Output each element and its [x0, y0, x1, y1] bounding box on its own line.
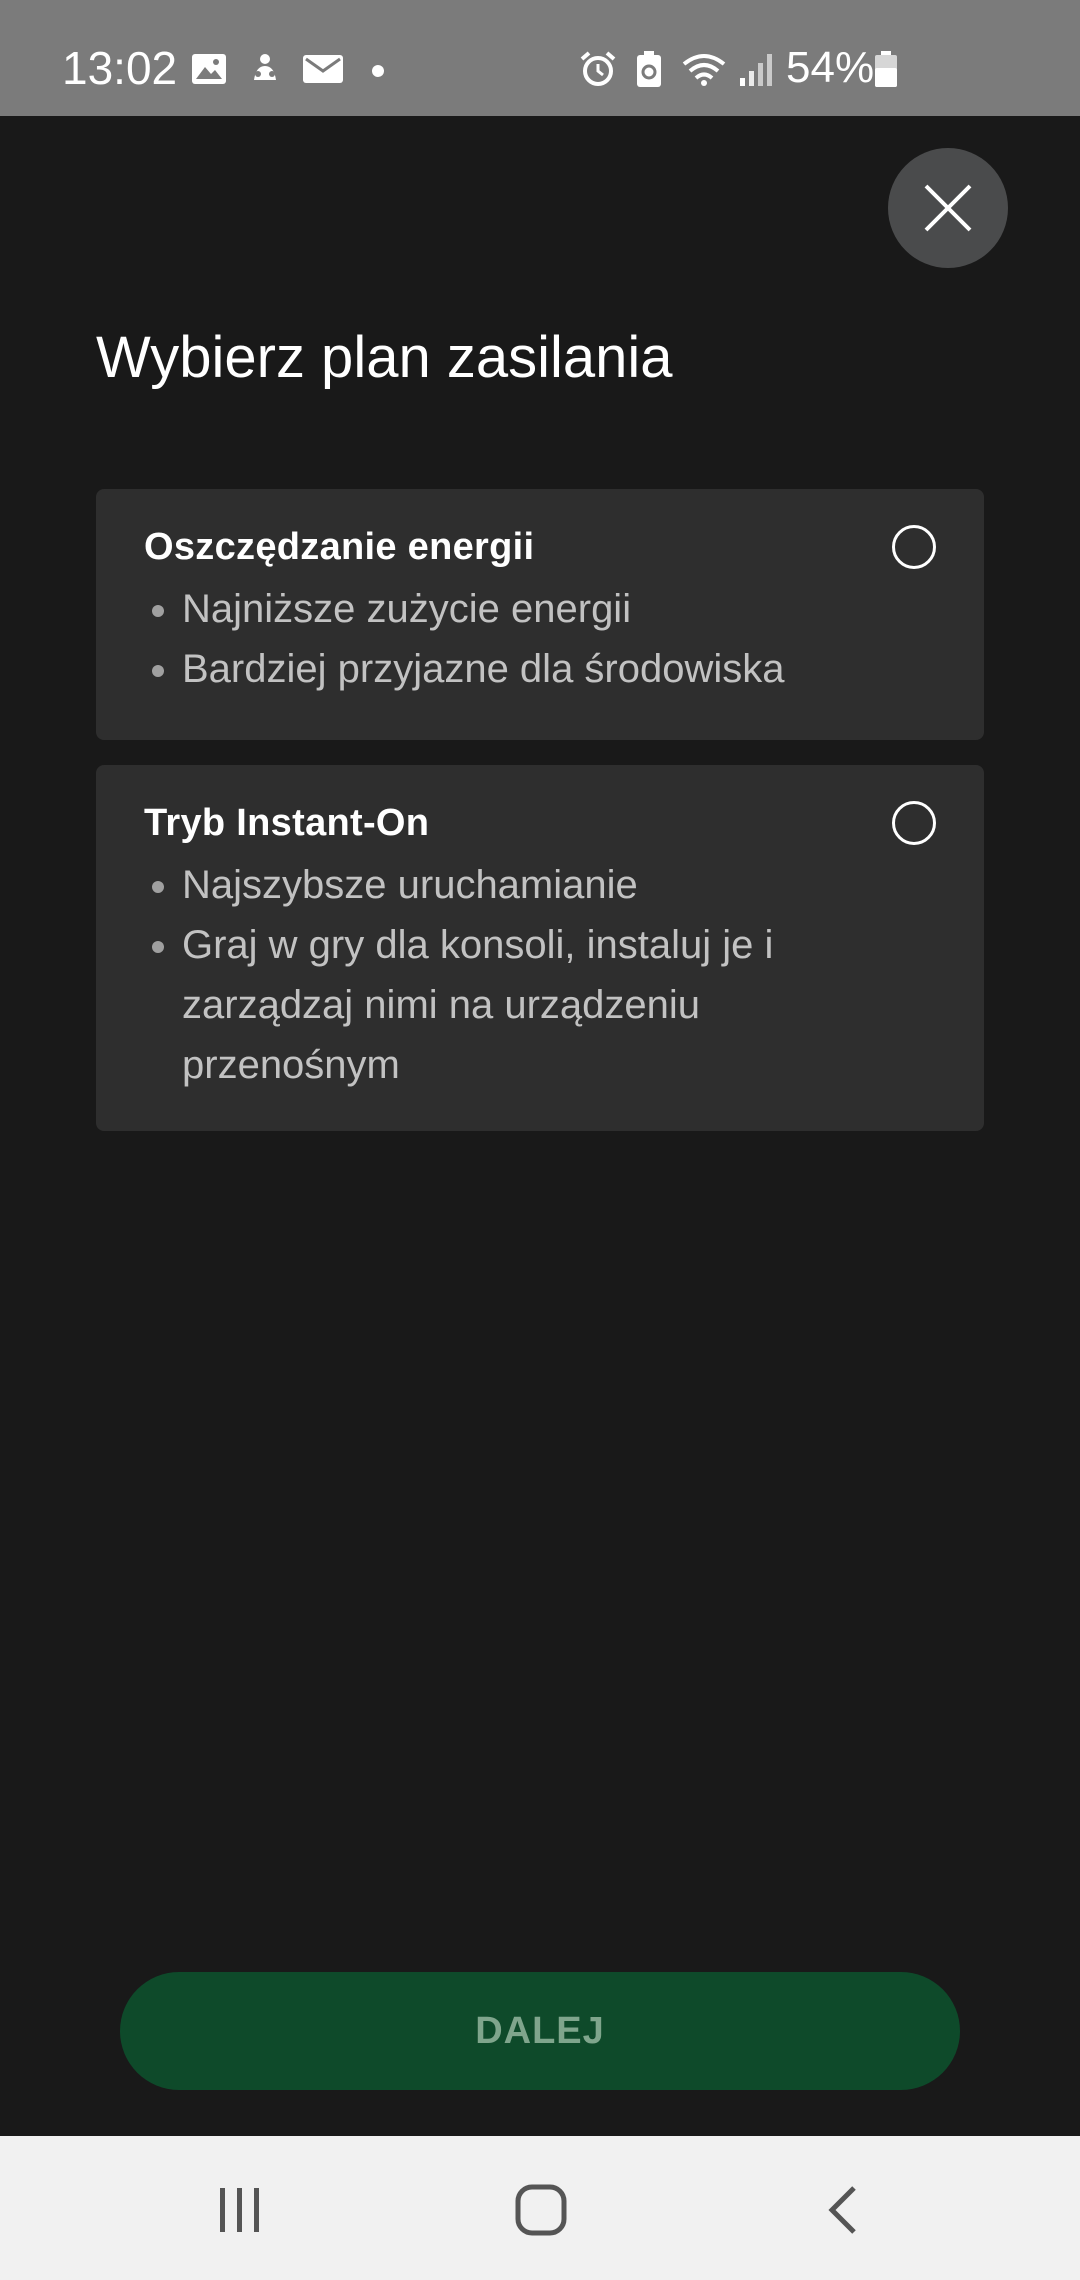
mail-icon	[303, 55, 343, 83]
close-button[interactable]	[888, 148, 1008, 268]
wifi-icon	[682, 54, 726, 86]
close-icon	[924, 184, 972, 232]
gallery-icon	[192, 54, 226, 84]
bullet-dot	[152, 941, 164, 953]
option-bullet: Bardziej przyjazne dla środowiska	[152, 639, 852, 699]
status-time: 13:02	[62, 42, 178, 94]
navigation-bar	[0, 2136, 1080, 2280]
bullet-text: Najszybsze uruchamianie	[182, 863, 638, 907]
bullet-text: Najniższe zużycie energii	[182, 587, 632, 631]
option-bullets: Najniższe zużycie energii Bardziej przyj…	[152, 579, 852, 699]
bullet-text: Graj w gry dla konsoli, instaluj je i za…	[182, 923, 774, 1087]
notification-icon	[254, 54, 276, 80]
next-button[interactable]: DALEJ	[120, 1972, 960, 2090]
battery-saver-icon	[637, 51, 661, 87]
bullet-dot	[152, 881, 164, 893]
alarm-icon	[580, 51, 616, 86]
back-icon[interactable]	[816, 2182, 872, 2238]
option-instant-on[interactable]: Tryb Instant-On Najszybsze uruchamianie …	[96, 765, 984, 1131]
option-title: Oszczędzanie energii	[144, 526, 535, 568]
option-bullet: Najniższe zużycie energii	[152, 579, 852, 639]
bullet-dot	[152, 665, 164, 677]
recent-apps-icon[interactable]	[212, 2182, 268, 2238]
bullet-dot	[152, 605, 164, 617]
option-power-saving[interactable]: Oszczędzanie energii Najniższe zużycie e…	[96, 489, 984, 740]
dot-icon	[372, 65, 384, 77]
home-icon[interactable]	[513, 2182, 569, 2238]
radio-button[interactable]	[892, 525, 936, 569]
page-title: Wybierz plan zasilania	[96, 325, 673, 390]
option-bullet: Najszybsze uruchamianie	[152, 855, 792, 915]
signal-icon	[740, 54, 772, 86]
battery-percentage: 54%	[786, 43, 875, 92]
status-bar: 13:02 54%	[0, 0, 1080, 116]
radio-button[interactable]	[892, 801, 936, 845]
bullet-text: Bardziej przyjazne dla środowiska	[182, 647, 785, 691]
option-bullets: Najszybsze uruchamianie Graj w gry dla k…	[152, 855, 792, 1095]
option-title: Tryb Instant-On	[144, 802, 430, 844]
battery-icon	[875, 51, 897, 87]
option-bullet: Graj w gry dla konsoli, instaluj je i za…	[152, 915, 792, 1095]
screen: 13:02 54% Wybierz plan zasilania Oszczęd…	[0, 0, 1080, 2280]
